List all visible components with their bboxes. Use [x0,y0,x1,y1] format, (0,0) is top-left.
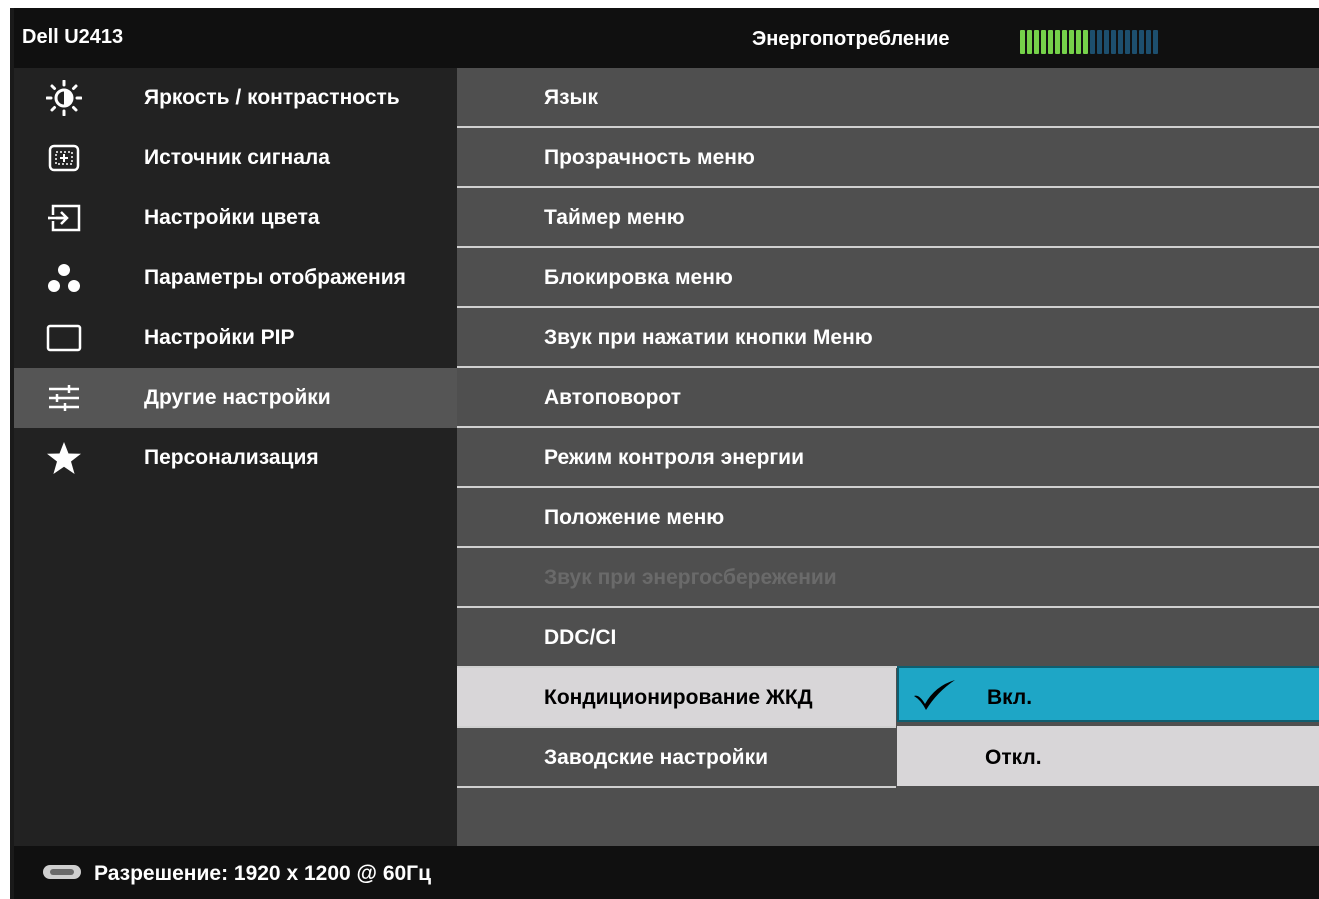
menu-item-label: Яркость / контрастность [144,86,400,109]
star-icon [46,442,82,474]
setting-label: Режим контроля энергии [544,446,804,469]
category-menu: Яркость / контрастность Источник сигнала [14,68,457,846]
setting-menu-position[interactable]: Положение меню [457,488,1319,548]
pip-icon [46,322,82,354]
menu-item-input-source[interactable]: Источник сигнала [14,128,457,188]
energy-segment-empty [1111,30,1116,54]
energy-segment-filled [1062,30,1067,54]
menu-item-label: Другие настройки [144,386,331,409]
setting-label: Звук при энергосбережении [544,566,837,589]
input-source-icon [46,142,82,174]
option-off[interactable]: Откл. [897,726,1319,786]
setting-power-save-sound: Звук при энергосбережении [457,548,1319,608]
setting-power-control[interactable]: Режим контроля энергии [457,428,1319,488]
option-on[interactable]: Вкл. [897,666,1319,722]
menu-item-label: Параметры отображения [144,266,406,289]
setting-label: Блокировка меню [544,266,733,289]
menu-item-other-settings[interactable]: Другие настройки [14,368,457,428]
display-connector-icon [42,862,82,887]
menu-item-personalize[interactable]: Персонализация [14,428,457,488]
menu-item-label: Настройки цвета [144,206,320,229]
setting-label: Положение меню [544,506,725,529]
menu-item-color-settings[interactable]: Настройки цвета [14,188,457,248]
resolution-text: Разрешение: 1920 x 1200 @ 60Гц [94,862,431,885]
other-settings-icon [46,382,82,414]
energy-segment-filled [1069,30,1074,54]
color-settings-icon [46,202,82,234]
setting-menu-lock[interactable]: Блокировка меню [457,248,1319,308]
energy-segment-empty [1090,30,1095,54]
setting-label: Прозрачность меню [544,146,755,169]
energy-segment-empty [1132,30,1137,54]
energy-segment-filled [1083,30,1088,54]
energy-segment-empty [1139,30,1144,54]
brightness-icon [46,80,82,116]
setting-factory-reset[interactable]: Заводские настройки [457,728,896,788]
monitor-osd: Dell U2413 Энергопотребление Яркость / к… [10,8,1319,899]
setting-lcd-conditioning[interactable]: Кондиционирование ЖКД [457,668,896,728]
option-off-label: Откл. [985,746,1042,769]
energy-segment-empty [1118,30,1123,54]
menu-item-display-settings[interactable]: Параметры отображения [14,248,457,308]
energy-segment-filled [1055,30,1060,54]
menu-item-brightness-contrast[interactable]: Яркость / контрастность [14,68,457,128]
setting-label: Кондиционирование ЖКД [544,686,813,709]
setting-menu-transparency[interactable]: Прозрачность меню [457,128,1319,188]
setting-auto-rotate[interactable]: Автоповорот [457,368,1319,428]
setting-label: Таймер меню [544,206,685,229]
energy-label: Энергопотребление [752,28,950,50]
setting-label: Звук при нажатии кнопки Меню [544,326,873,349]
status-bar: Разрешение: 1920 x 1200 @ 60Гц [14,846,1319,899]
energy-segment-filled [1034,30,1039,54]
setting-ddc-ci[interactable]: DDC/CI [457,608,1319,668]
menu-item-label: Настройки PIP [144,326,295,349]
setting-menu-timer[interactable]: Таймер меню [457,188,1319,248]
energy-segment-empty [1125,30,1130,54]
energy-segment-filled [1048,30,1053,54]
setting-label: Заводские настройки [544,746,768,769]
setting-label: DDC/CI [544,626,617,649]
setting-button-sound[interactable]: Звук при нажатии кнопки Меню [457,308,1319,368]
setting-language[interactable]: Язык [457,68,1319,128]
energy-segment-empty [1146,30,1151,54]
checkmark-icon [911,678,959,717]
energy-meter [1020,30,1260,54]
option-on-label: Вкл. [987,686,1033,709]
osd-header: Dell U2413 Энергопотребление [14,8,1319,68]
energy-segment-empty [1097,30,1102,54]
menu-item-label: Персонализация [144,446,319,469]
energy-segment-empty [1153,30,1158,54]
menu-item-label: Источник сигнала [144,146,330,169]
model-name: Dell U2413 [22,26,124,48]
energy-segment-empty [1104,30,1109,54]
energy-segment-filled [1076,30,1081,54]
energy-segment-filled [1020,30,1025,54]
energy-segment-filled [1041,30,1046,54]
energy-segment-filled [1027,30,1032,54]
setting-label: Язык [544,86,598,109]
menu-item-pip-settings[interactable]: Настройки PIP [14,308,457,368]
display-settings-icon [46,262,82,294]
setting-label: Автоповорот [544,386,682,409]
